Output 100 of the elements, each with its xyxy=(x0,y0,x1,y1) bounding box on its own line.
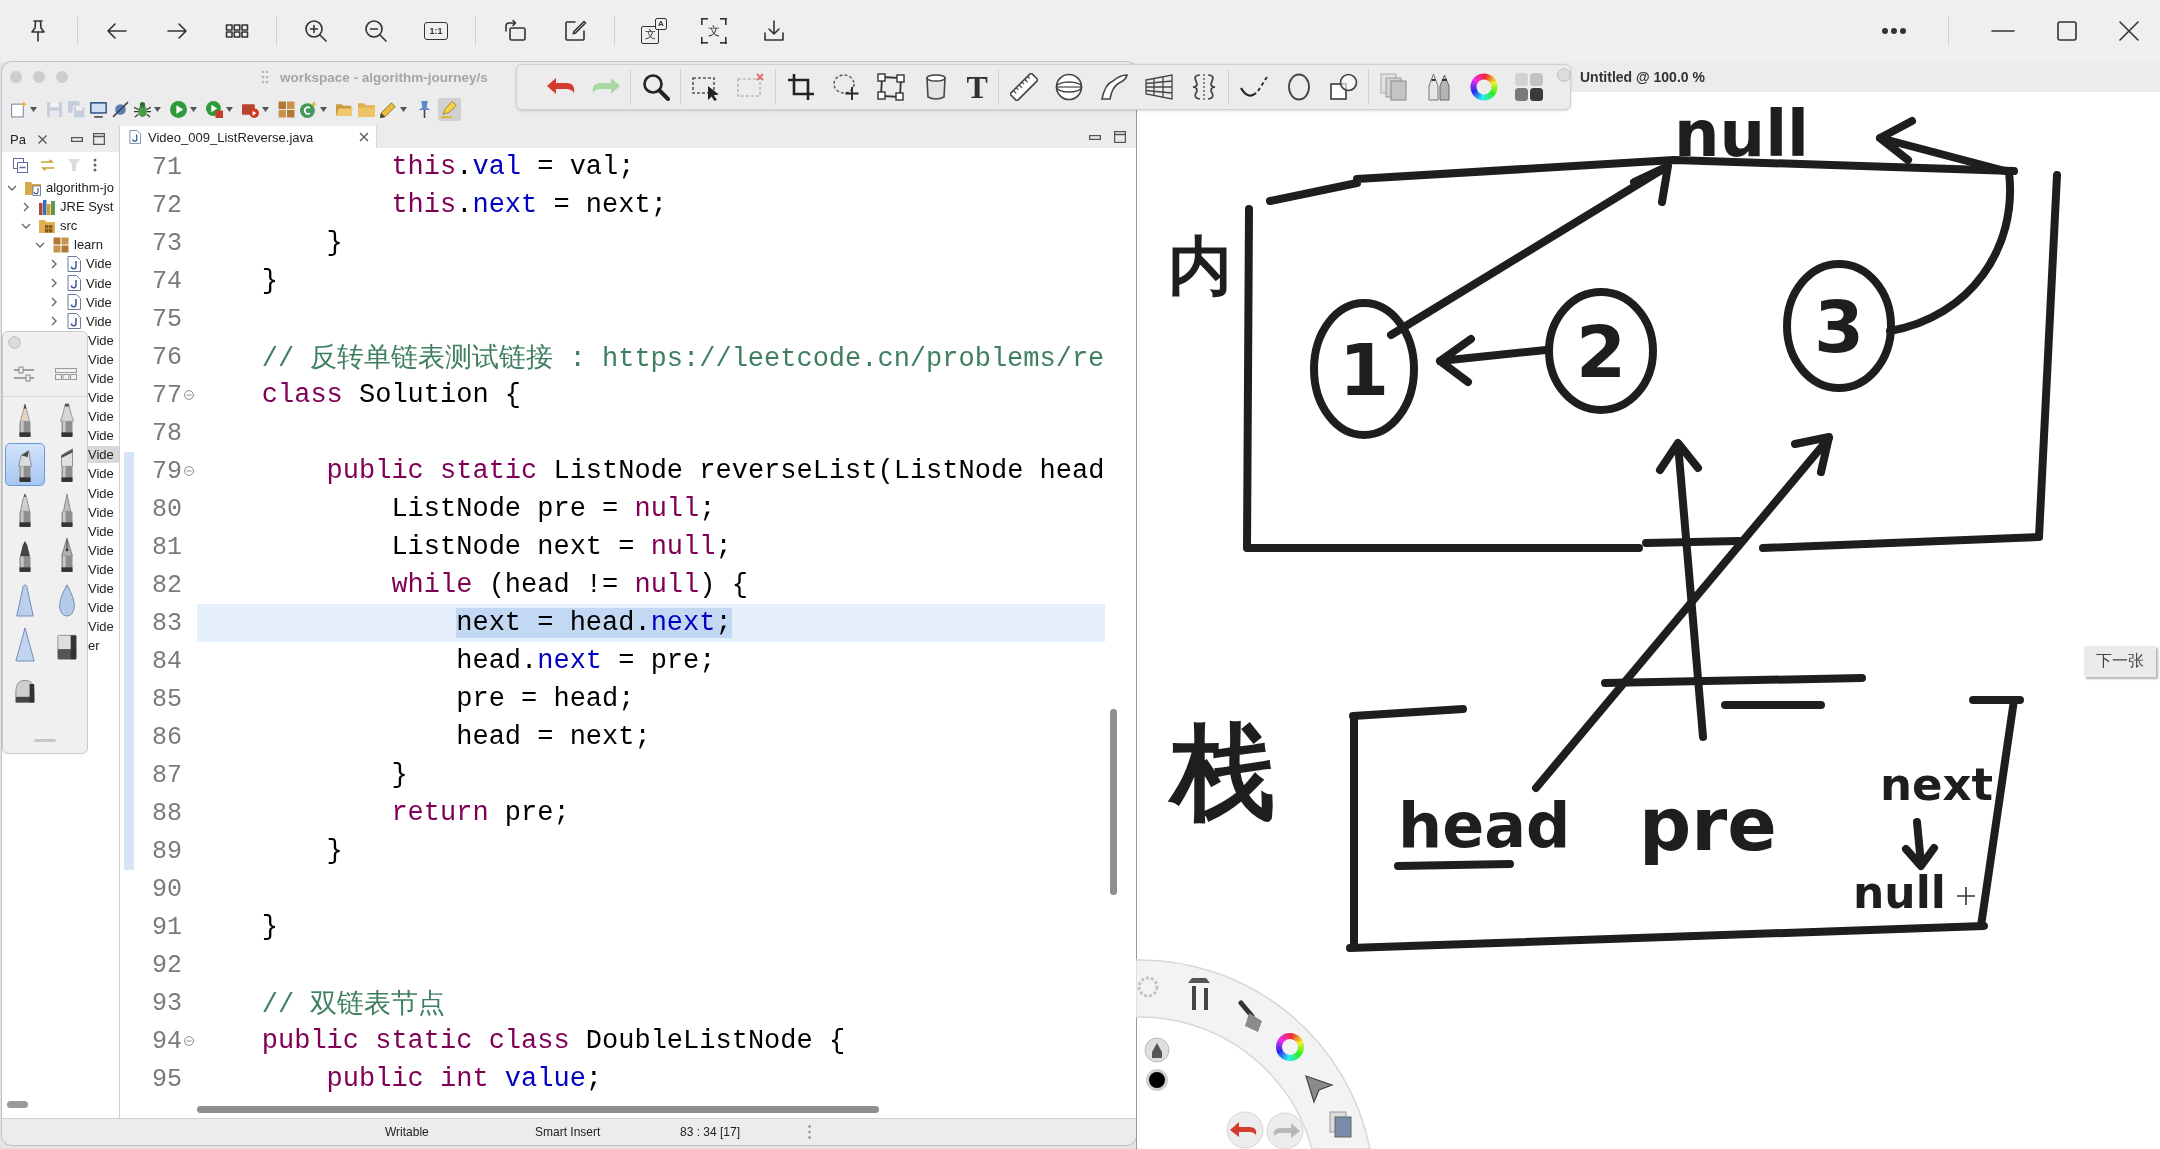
tree-item[interactable]: algorithm-jo xyxy=(44,179,116,197)
swatches-icon[interactable] xyxy=(1514,73,1543,101)
layers-icon[interactable] xyxy=(1329,1111,1352,1138)
view-tab[interactable]: Pa xyxy=(8,129,28,149)
brush-preset-icon[interactable] xyxy=(1144,1037,1170,1063)
minimize-icon[interactable] xyxy=(1089,134,1101,140)
zoom-out-icon[interactable] xyxy=(364,19,388,43)
transform-icon[interactable] xyxy=(876,73,905,101)
collapse-icon[interactable] xyxy=(184,466,194,476)
minimize-dot-icon[interactable] xyxy=(33,71,45,83)
chevron-right-icon[interactable] xyxy=(49,316,59,327)
caret-icon[interactable] xyxy=(320,106,327,112)
color-wheel-icon[interactable] xyxy=(1469,73,1498,101)
class-icon[interactable] xyxy=(300,100,317,118)
close-icon[interactable] xyxy=(359,132,369,142)
collapse-all-icon[interactable] xyxy=(13,157,28,173)
close-dot-icon[interactable] xyxy=(10,71,22,83)
tree-item[interactable]: learn xyxy=(72,236,105,254)
maximize-icon[interactable] xyxy=(1114,131,1126,143)
undo-icon[interactable] xyxy=(1226,1111,1264,1149)
tree-item[interactable]: Vide xyxy=(84,274,114,292)
tree-item[interactable]: Vide xyxy=(84,255,114,273)
text-tool-button[interactable]: T xyxy=(966,71,988,103)
terminal-icon[interactable] xyxy=(90,100,107,118)
zoom-in-icon[interactable] xyxy=(304,19,328,43)
maximize-icon[interactable] xyxy=(2057,21,2077,41)
chevron-right-icon[interactable] xyxy=(49,297,59,308)
brush-button[interactable] xyxy=(5,443,45,486)
magnifier-icon[interactable] xyxy=(641,73,670,101)
tree-item[interactable]: Vide xyxy=(86,618,116,636)
tree-item[interactable]: Vide xyxy=(86,350,116,368)
tree-item[interactable]: Vide xyxy=(86,503,116,521)
translate-button[interactable]: 文 A xyxy=(641,18,667,44)
caret-icon[interactable] xyxy=(190,106,197,112)
tree-item[interactable]: Vide xyxy=(86,427,116,445)
tree-item[interactable]: Vide xyxy=(86,331,116,349)
color-swatch-icon[interactable] xyxy=(1146,1069,1168,1091)
download-icon[interactable] xyxy=(762,19,786,43)
tree-item[interactable]: Vide xyxy=(86,408,116,426)
package-icon[interactable] xyxy=(278,100,295,118)
caret-icon[interactable] xyxy=(226,106,233,112)
pencil-icon[interactable] xyxy=(380,100,397,118)
scrollbar-thumb[interactable] xyxy=(7,1101,28,1108)
french-curve-icon[interactable] xyxy=(1099,73,1128,101)
tree-item[interactable]: Vide xyxy=(84,312,114,330)
sliders-icon[interactable] xyxy=(13,366,34,382)
skip-breakpoints-icon[interactable] xyxy=(112,100,129,118)
more-icon[interactable] xyxy=(1882,28,1906,34)
maximize-icon[interactable] xyxy=(93,133,105,145)
pointer-icon[interactable] xyxy=(1305,1075,1334,1104)
tools-icon[interactable] xyxy=(1188,978,1210,1012)
color-wheel-icon[interactable] xyxy=(1276,1033,1304,1061)
tree-item[interactable]: Vide xyxy=(86,522,116,540)
scrollbar-thumb[interactable] xyxy=(1110,709,1117,895)
pin-icon[interactable] xyxy=(416,100,433,118)
tree-item[interactable]: JRE Syst xyxy=(58,198,116,216)
tree-item[interactable]: Vide xyxy=(86,389,116,407)
lasso-select-icon[interactable] xyxy=(831,73,860,101)
collapse-icon[interactable] xyxy=(184,1036,194,1046)
scan-text-button[interactable]: 文 xyxy=(701,18,727,44)
resize-grip-icon[interactable] xyxy=(34,739,56,742)
chevron-right-icon[interactable] xyxy=(49,258,59,269)
scrollbar-thumb[interactable] xyxy=(197,1106,879,1113)
chevron-right-icon[interactable] xyxy=(21,201,31,212)
minimize-icon[interactable] xyxy=(71,136,83,142)
more-icon[interactable] xyxy=(93,158,97,172)
tree-item[interactable]: Vide xyxy=(86,541,116,559)
collapse-dot-icon[interactable] xyxy=(8,335,21,349)
tree-item[interactable]: Vide xyxy=(86,465,116,483)
perspective-grid-icon[interactable] xyxy=(1144,73,1173,101)
caret-icon[interactable] xyxy=(262,106,269,112)
crop-icon[interactable] xyxy=(786,73,815,101)
close-icon[interactable] xyxy=(2119,21,2139,41)
tree-item[interactable]: src xyxy=(58,217,80,235)
caret-icon[interactable] xyxy=(400,106,407,112)
bug-icon[interactable] xyxy=(134,100,151,118)
paintbrush-icon[interactable] xyxy=(1238,1000,1262,1032)
tree-item[interactable]: Vide xyxy=(86,484,116,502)
collapse-dot-icon[interactable] xyxy=(1557,68,1572,82)
tree-item[interactable]: Vide xyxy=(86,580,116,597)
editor-tab[interactable]: Video_009_ListReverse.java xyxy=(120,126,377,148)
new-wizard-icon[interactable] xyxy=(10,100,27,118)
chevron-right-icon[interactable] xyxy=(49,278,59,288)
zoom-dot-icon[interactable] xyxy=(56,71,68,83)
tree-item[interactable]: Vide xyxy=(86,370,116,387)
tree-item[interactable]: Vide xyxy=(86,446,119,464)
coverage-icon[interactable] xyxy=(206,100,223,118)
collapse-icon[interactable] xyxy=(184,390,194,400)
rotate-icon[interactable] xyxy=(503,19,527,43)
tree-item[interactable]: Vide xyxy=(86,599,116,617)
close-icon[interactable] xyxy=(37,134,47,144)
shapes-icon[interactable] xyxy=(1329,73,1358,101)
caret-icon[interactable] xyxy=(154,106,161,112)
tree-item[interactable]: er xyxy=(86,637,102,655)
caret-icon[interactable] xyxy=(30,106,37,112)
edit-icon[interactable] xyxy=(563,19,587,43)
tree-item[interactable]: Vide xyxy=(84,293,114,311)
next-page-button[interactable]: 下一张 xyxy=(2084,646,2156,677)
tree-item[interactable]: Vide xyxy=(86,560,116,578)
actual-size-button[interactable]: 1:1 xyxy=(424,22,448,40)
